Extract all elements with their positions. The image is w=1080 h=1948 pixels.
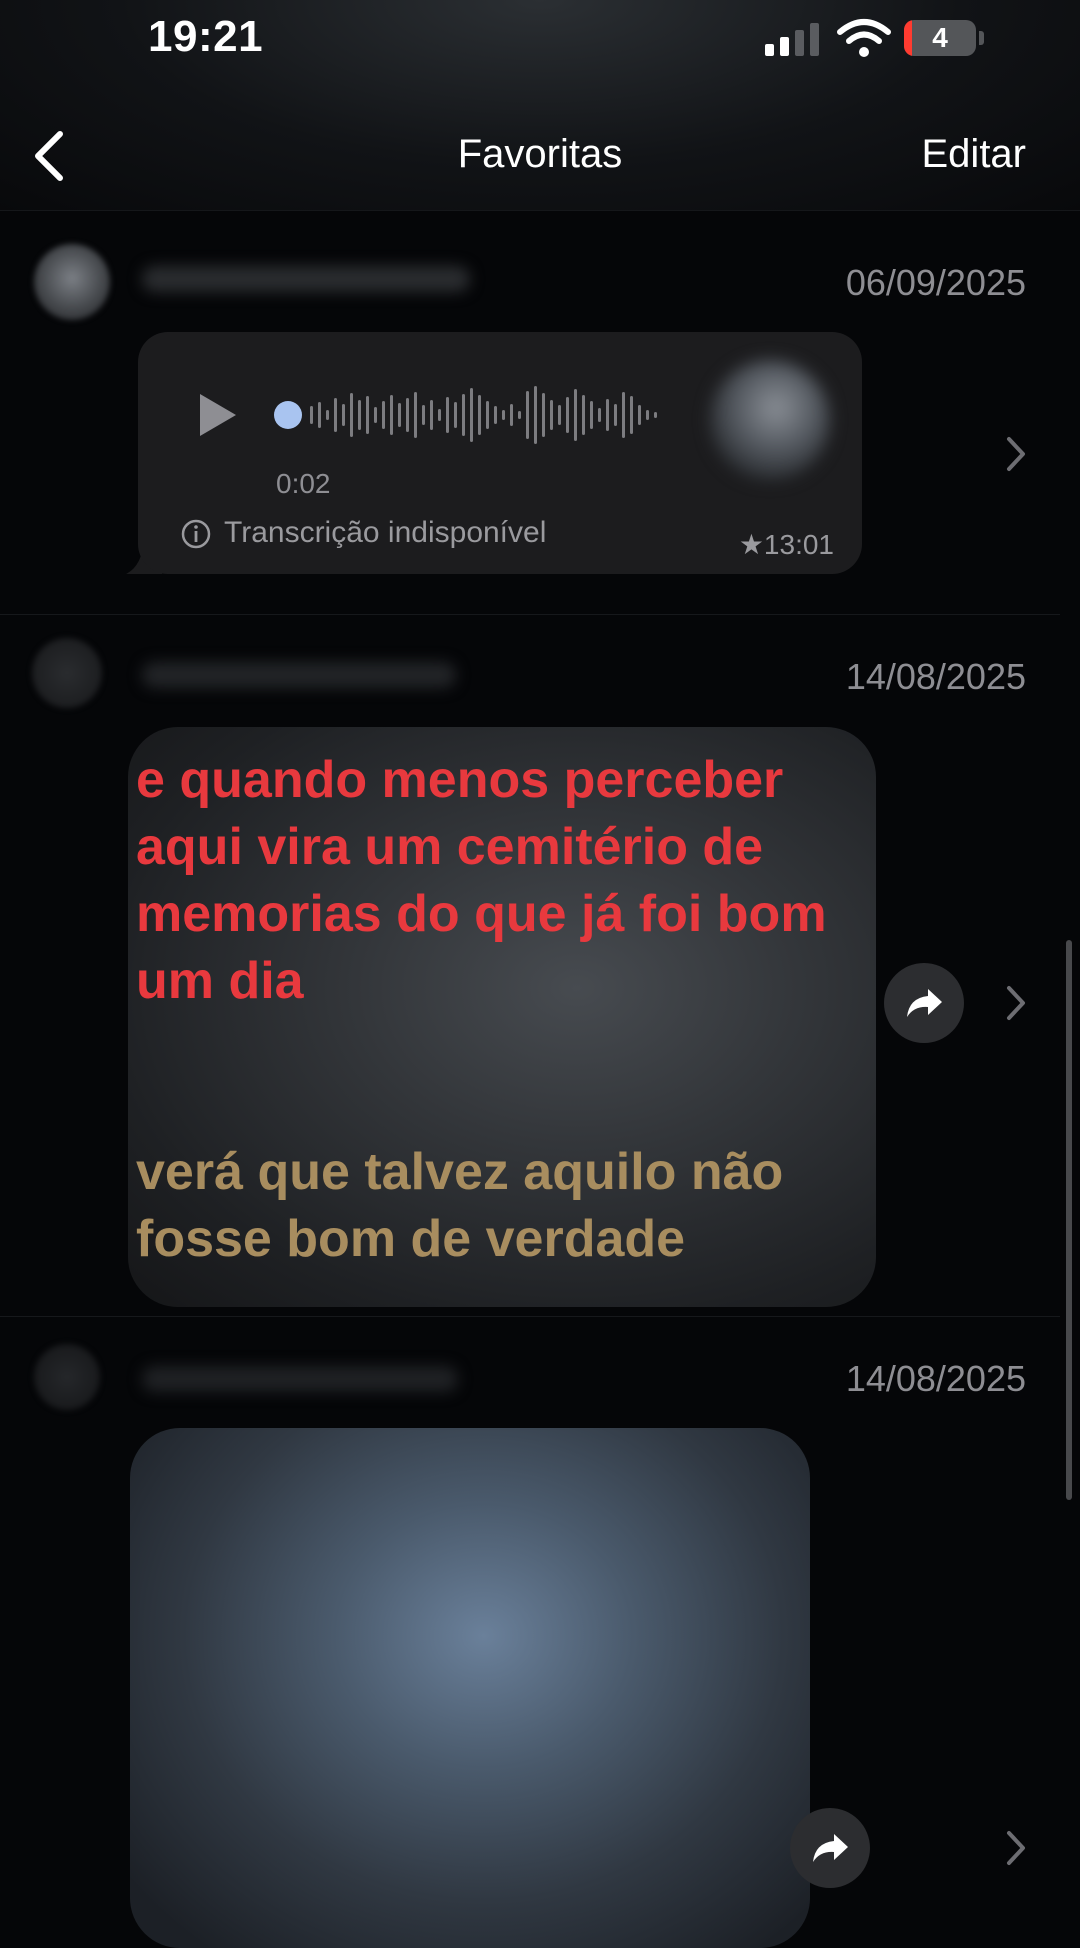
- top-bar: 19:21 4 Favoritas Editar: [0, 0, 1080, 211]
- avatar: [32, 638, 102, 708]
- waveform-bar: [510, 404, 513, 426]
- waveform-bar: [430, 400, 433, 430]
- chevron-right-icon[interactable]: [1004, 983, 1028, 1023]
- scrollbar[interactable]: [1066, 940, 1072, 1500]
- wifi-icon: [837, 19, 891, 57]
- sender-name: [142, 1366, 458, 1392]
- waveform-bar: [590, 401, 593, 429]
- forward-icon: [907, 989, 942, 1017]
- waveform-bar: [366, 396, 369, 434]
- waveform-bar: [406, 398, 409, 432]
- waveform-bar: [574, 389, 577, 441]
- waveform-bar: [470, 388, 473, 442]
- waveform-bar: [342, 404, 345, 426]
- waveform-bar: [358, 400, 361, 430]
- sender-thumbnail: [710, 360, 830, 480]
- waveform-bar: [318, 402, 321, 428]
- message-date: 06/09/2025: [845, 262, 1026, 303]
- transcription-status: Transcrição indisponível: [224, 516, 547, 549]
- waveform-bar: [606, 399, 609, 431]
- waveform-bar: [630, 396, 633, 434]
- waveform-bar: [558, 405, 561, 425]
- waveform-bar: [382, 401, 385, 429]
- message-date: 14/08/2025: [845, 656, 1026, 697]
- waveform-bar: [646, 410, 649, 420]
- waveform-bar: [310, 406, 313, 424]
- message-date: 14/08/2025: [845, 1358, 1026, 1399]
- waveform-bar: [654, 412, 657, 418]
- waveform-bar: [614, 404, 617, 426]
- divider: [0, 614, 1060, 615]
- play-icon[interactable]: [196, 390, 240, 440]
- starred-time: ★13:01: [738, 529, 834, 560]
- audio-duration: 0:02: [276, 468, 331, 499]
- waveform-bar: [422, 405, 425, 425]
- waveform-bar: [454, 402, 457, 428]
- audio-message-bubble[interactable]: 0:02 Transcrição indisponível ★13:01: [138, 332, 862, 574]
- avatar: [34, 244, 110, 320]
- forward-button[interactable]: [790, 1808, 870, 1888]
- image-message-bubble[interactable]: e quando menos perceber aqui vira um cem…: [128, 727, 876, 1307]
- sender-name: [142, 266, 470, 292]
- chevron-right-icon[interactable]: [1004, 434, 1028, 474]
- waveform-bar: [622, 392, 625, 438]
- forward-icon: [813, 1834, 848, 1862]
- waveform-bar: [438, 409, 441, 421]
- waveform-bar: [518, 411, 521, 419]
- waveform-bar: [462, 394, 465, 436]
- avatar: [34, 1344, 100, 1410]
- waveform-bar: [534, 386, 537, 444]
- waveform-bar: [598, 408, 601, 422]
- edit-button[interactable]: Editar: [922, 132, 1027, 177]
- divider: [0, 1316, 1060, 1317]
- image-quote-text-red: e quando menos perceber aqui vira um cem…: [136, 751, 827, 1010]
- waveform-bar: [486, 401, 489, 429]
- waveform-bar: [446, 397, 449, 433]
- waveform-bar: [414, 392, 417, 438]
- waveform-bar: [502, 410, 505, 420]
- waveform-bar: [526, 391, 529, 439]
- sender-name: [142, 662, 456, 688]
- waveform-bar: [334, 398, 337, 432]
- battery-tip: [979, 31, 984, 45]
- waveform-bar: [350, 393, 353, 437]
- audio-waveform[interactable]: [274, 382, 674, 448]
- waveform-bar: [550, 400, 553, 430]
- waveform-bar: [326, 410, 329, 420]
- waveform-bar: [374, 407, 377, 423]
- page-title: Favoritas: [457, 132, 623, 176]
- chevron-right-icon[interactable]: [1004, 1828, 1028, 1868]
- battery-level: 4: [932, 22, 948, 53]
- waveform-bar: [542, 393, 545, 437]
- image-quote-text-gold: verá que talvez aquilo não fosse bom de …: [136, 1143, 784, 1268]
- waveform-bar: [638, 405, 641, 425]
- waveform-bar: [494, 406, 497, 424]
- battery-icon: 4: [904, 20, 976, 56]
- waveform-bar: [398, 403, 401, 427]
- waveform-bar: [566, 397, 569, 433]
- photo-message-bubble[interactable]: [130, 1428, 810, 1948]
- waveform-bar: [582, 395, 585, 435]
- status-time: 19:21: [148, 12, 264, 61]
- cellular-signal-icon: [765, 23, 819, 56]
- forward-button[interactable]: [884, 963, 964, 1043]
- waveform-bar: [390, 395, 393, 435]
- info-icon: [181, 519, 211, 549]
- waveform-bar: [478, 395, 481, 435]
